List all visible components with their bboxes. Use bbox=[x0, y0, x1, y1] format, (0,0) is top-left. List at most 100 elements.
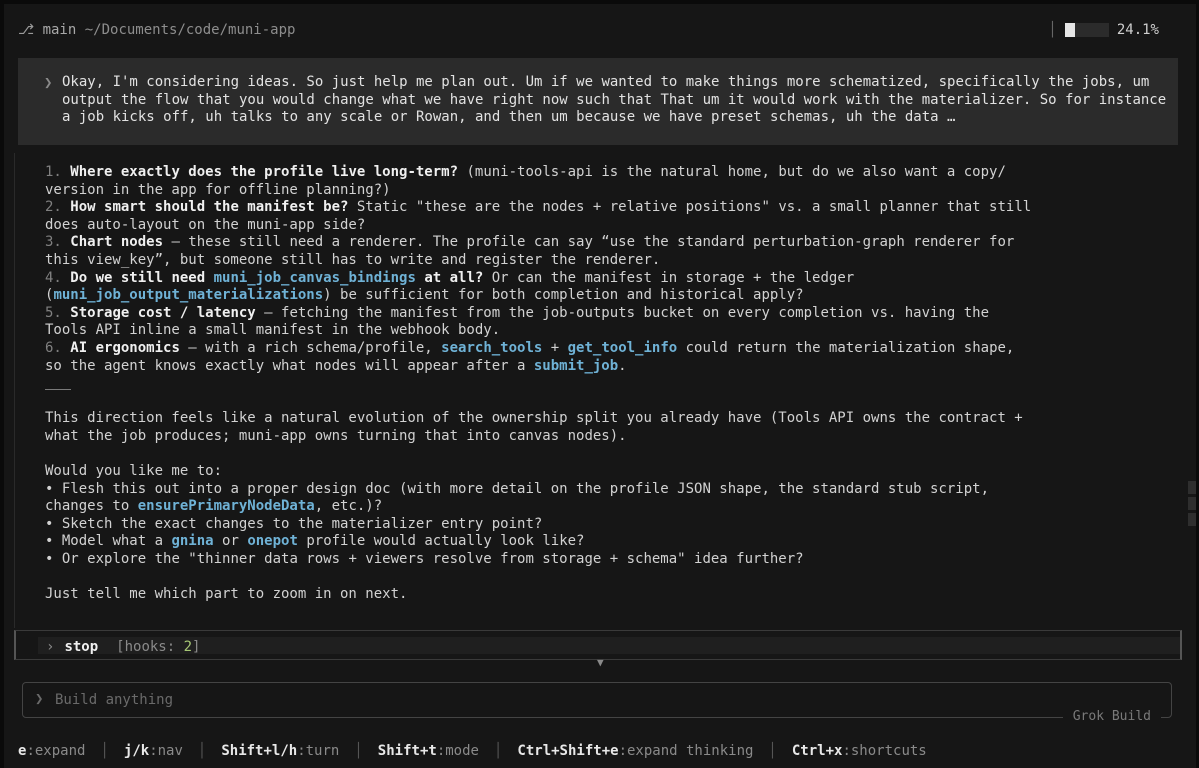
question-heading: How smart should the manifest be? bbox=[70, 199, 349, 216]
bullet-text: Or explore the "thinner data rows + view… bbox=[53, 550, 804, 567]
shortcut-mode[interactable]: Shift+t:mode bbox=[378, 743, 479, 761]
shortcut-turn[interactable]: Shift+l/h:turn bbox=[221, 743, 339, 761]
question-4-line-2: (muni_job_output_materializations) be su… bbox=[45, 287, 1125, 305]
bullet-text: Flesh this out into a proper design doc … bbox=[53, 480, 990, 497]
inline-code: onepot bbox=[247, 533, 298, 550]
question-5-line-2: Tools API inline a small manifest in the… bbox=[45, 322, 501, 339]
git-branch-icon: ⎇ bbox=[18, 22, 35, 38]
question-1-line-2: version in the app for offline planning?… bbox=[45, 181, 391, 198]
user-prompt-text: Okay, I'm considering ideas. So just hel… bbox=[62, 74, 1175, 126]
bullet-text: Model what a bbox=[53, 533, 172, 550]
user-prompt-block[interactable]: ❯ Okay, I'm considering ideas. So just h… bbox=[18, 58, 1178, 145]
inline-code: gnina bbox=[171, 533, 214, 550]
shortcut-separator: │ bbox=[493, 743, 503, 759]
question-text: could return the materialization shape, bbox=[677, 339, 1015, 356]
prompt-chevron-icon: ❯ bbox=[44, 75, 53, 91]
offer-intro: Would you like me to: bbox=[45, 462, 223, 479]
question-6-line-2: so the agent knows exactly what nodes wi… bbox=[45, 358, 1125, 376]
hooks-count: 2 bbox=[183, 639, 193, 655]
window-top-edge bbox=[0, 0, 1199, 4]
git-branch: ⎇ main ~/Documents/code/muni-app bbox=[18, 22, 295, 38]
question-heading: Chart nodes bbox=[70, 234, 164, 251]
window-left-edge bbox=[0, 0, 4, 768]
list-number: 5. bbox=[45, 304, 62, 321]
keyboard-shortcuts-bar: e:expand │ j/k:nav │ Shift+l/h:turn │ Sh… bbox=[18, 743, 1199, 761]
context-usage-fill bbox=[1064, 23, 1076, 37]
question-text: ) be sufficient for both completion and … bbox=[323, 287, 804, 304]
list-number: 1. bbox=[45, 164, 62, 180]
list-number: 2. bbox=[45, 199, 62, 216]
question-2-line-1: 2. How smart should the manifest be? Sta… bbox=[45, 199, 1125, 217]
bullet-text: , etc.)? bbox=[314, 498, 383, 515]
shortcut-key: j/k bbox=[123, 743, 150, 759]
question-4-line-1: 4. Do we still need muni_job_canvas_bind… bbox=[45, 270, 1125, 288]
scrollbar-tick bbox=[1188, 497, 1196, 510]
hooks-prefix: [hooks: bbox=[116, 639, 184, 655]
shortcut-separator: │ bbox=[768, 743, 777, 759]
context-separator: │ bbox=[1048, 22, 1057, 38]
question-heading: Where exactly does the profile live long… bbox=[70, 164, 459, 180]
inline-code: get_tool_info bbox=[567, 339, 678, 356]
question-6-line-1: 6. AI ergonomics — with a rich schema/pr… bbox=[45, 340, 1125, 358]
question-heading: Do we still need bbox=[70, 269, 214, 286]
inline-code: ensurePrimaryNodeData bbox=[137, 498, 315, 515]
shortcut-separator: │ bbox=[354, 743, 363, 759]
question-text: Or can the manifest in storage + the led… bbox=[483, 269, 855, 286]
question-2-line-2: does auto-layout on the muni-app side? bbox=[45, 216, 366, 233]
offer-bullet-1-line-2: changes to ensurePrimaryNodeData, etc.)? bbox=[45, 498, 1125, 516]
question-text: . bbox=[618, 357, 627, 374]
shortcut-desc: :nav bbox=[149, 743, 183, 759]
offer-bullet-1-line-1: • Flesh this out into a proper design do… bbox=[45, 481, 1125, 499]
question-text: — these still need a renderer. The profi… bbox=[163, 234, 1015, 251]
question-3-line-2: this view_key”, but someone still has to… bbox=[45, 251, 661, 268]
question-3-line-1: 3. Chart nodes — these still need a rend… bbox=[45, 234, 1125, 252]
shortcut-desc: :turn bbox=[297, 743, 340, 759]
app-brand-label: Grok Build bbox=[1062, 709, 1161, 724]
shortcut-desc: :shortcuts bbox=[842, 743, 927, 759]
inline-code: muni_job_canvas_bindings bbox=[213, 269, 416, 286]
scrollbar[interactable] bbox=[1188, 481, 1196, 529]
question-text: so the agent knows exactly what nodes wi… bbox=[45, 357, 534, 374]
question-heading: AI ergonomics bbox=[70, 339, 180, 356]
direction-line-2: what the job produces; muni-app owns tur… bbox=[45, 427, 627, 444]
scroll-down-icon[interactable]: ▼ bbox=[597, 656, 604, 669]
question-5-line-1: 5. Storage cost / latency — fetching the… bbox=[45, 305, 1125, 323]
shortcut-desc: :expand thinking bbox=[618, 743, 754, 759]
shortcut-separator: │ bbox=[197, 743, 207, 759]
question-text: — with a rich schema/profile, bbox=[179, 339, 442, 356]
question-heading: Storage cost / latency bbox=[70, 304, 256, 321]
scrollbar-tick bbox=[1188, 513, 1196, 526]
inline-code: muni_job_output_materializations bbox=[53, 287, 324, 304]
inline-code: submit_job bbox=[533, 357, 619, 374]
shortcut-desc: :mode bbox=[436, 743, 479, 759]
bullet-text: Sketch the exact changes to the material… bbox=[53, 515, 543, 532]
offer-bullet-2: • Sketch the exact changes to the materi… bbox=[45, 516, 1125, 534]
question-text: + bbox=[542, 339, 568, 356]
shortcut-shortcuts[interactable]: Ctrl+x:shortcuts bbox=[792, 743, 927, 761]
horizontal-rule bbox=[45, 389, 71, 391]
bullet-text: or bbox=[213, 533, 248, 550]
question-text: — fetching the manifest from the job-out… bbox=[255, 304, 990, 321]
stop-row-content: › stop [hooks: 2] bbox=[46, 639, 200, 655]
offer-bullet-4: • Or explore the "thinner data rows + vi… bbox=[45, 551, 1125, 569]
chat-input-box[interactable]: ❯ Grok Build bbox=[22, 682, 1172, 724]
list-number: 4. bbox=[45, 269, 62, 286]
shortcut-expand-thinking[interactable]: Ctrl+Shift+e:expand thinking bbox=[517, 743, 753, 761]
hooks-suffix: ] bbox=[192, 639, 201, 655]
hooks-indicator: [hooks: 2] bbox=[116, 639, 200, 655]
shortcut-key: Shift+l/h bbox=[221, 743, 298, 759]
question-heading: at all? bbox=[415, 269, 484, 286]
shortcut-key: Ctrl+Shift+e bbox=[517, 743, 619, 759]
context-usage-percent: 24.1% bbox=[1116, 22, 1159, 38]
response-guide-line bbox=[14, 153, 15, 628]
shortcut-expand[interactable]: e:expand bbox=[18, 743, 85, 761]
stop-label: stop bbox=[64, 639, 99, 655]
list-number: 3. bbox=[45, 234, 62, 251]
chat-input[interactable] bbox=[53, 689, 957, 711]
question-text: Static "these are the nodes + relative p… bbox=[348, 199, 1032, 216]
chevron-right-icon: › bbox=[46, 639, 55, 655]
branch-name: main bbox=[42, 22, 77, 38]
stop-row-highlight bbox=[38, 637, 1180, 654]
closing-line: Just tell me which part to zoom in on ne… bbox=[45, 586, 408, 603]
shortcut-nav[interactable]: j/k:nav bbox=[124, 743, 183, 761]
